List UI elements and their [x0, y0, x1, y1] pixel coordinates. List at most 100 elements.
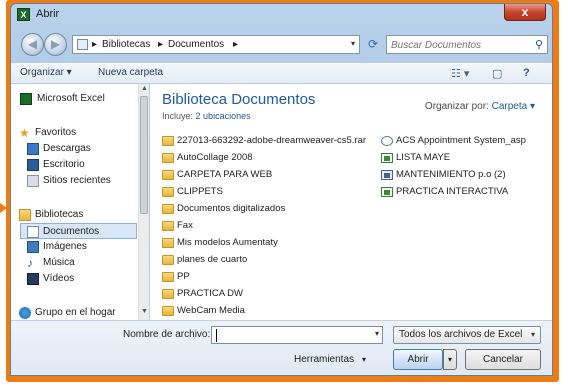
chevron-down-icon: ▾ — [530, 330, 535, 339]
homegroup-icon — [19, 307, 31, 319]
pointer-arrow-icon — [0, 203, 7, 213]
sidebar-item-grupo-en-el-hogar[interactable]: Grupo en el hogar — [11, 305, 139, 321]
sidebar-item-label: Favoritos — [35, 127, 77, 138]
scrollbar-thumb[interactable] — [140, 96, 148, 214]
recent-places-icon — [27, 175, 39, 187]
folder-icon — [162, 170, 174, 180]
new-folder-button[interactable]: Nueva carpeta — [98, 67, 163, 78]
file-type-label: Todos los archivos de Excel — [399, 329, 523, 340]
breadcrumb-separator: ▸ — [92, 39, 98, 50]
library-includes: Incluye: 2 ubicaciones — [162, 111, 251, 121]
sidebar-item-sitios-recientes[interactable]: Sitios recientes — [11, 173, 139, 189]
file-list-pane: Biblioteca Documentos Incluye: 2 ubicaci… — [150, 84, 552, 320]
sidebar-item-label: Grupo en el hogar — [35, 307, 116, 318]
downloads-icon — [27, 143, 39, 155]
sidebar-item-descargas[interactable]: Descargas — [11, 141, 139, 157]
folder-icon — [162, 153, 174, 163]
sidebar-item-escritorio[interactable]: Escritorio — [11, 157, 139, 173]
library-title: Biblioteca Documentos — [162, 91, 316, 108]
file-name: MANTENIMIENTO p.o (2) — [396, 169, 506, 180]
folder-icon — [162, 306, 174, 316]
excel-app-icon: X — [17, 8, 30, 21]
folder-icon — [162, 238, 174, 248]
sidebar-item-label: Sitios recientes — [43, 175, 111, 186]
music-icon: ♪ — [27, 256, 33, 270]
excel-file-icon — [381, 153, 393, 163]
file-name: PRACTICA DW — [177, 288, 243, 299]
arrange-by-dropdown[interactable]: Carpeta ▾ — [492, 101, 535, 112]
command-toolbar: Organizar ▾ Nueva carpeta ☷ ▾ ▢ ? — [11, 62, 552, 84]
cancel-button[interactable]: Cancelar — [465, 349, 541, 370]
address-bar[interactable]: ▸ Bibliotecas ▸ Documentos ▸ ▾ — [72, 35, 360, 54]
file-name: PRACTICA INTERACTIVA — [396, 186, 509, 197]
file-name: Documentos digitalizados — [177, 203, 286, 214]
filename-field[interactable]: ▾ — [211, 326, 383, 344]
sidebar-item-musica[interactable]: ♪ Música — [11, 255, 139, 271]
pictures-icon — [27, 241, 39, 253]
excel-icon — [20, 93, 32, 105]
back-button[interactable]: ◀ — [21, 33, 44, 56]
sidebar-item-label: Microsoft Excel — [37, 93, 105, 104]
title-bar: X Abrir x — [11, 4, 552, 26]
arrange-by: Organizar por: Carpeta ▾ — [425, 101, 535, 112]
breadcrumb-documentos[interactable]: Documentos — [168, 39, 224, 50]
scroll-down-icon[interactable]: ▼ — [140, 308, 149, 318]
forward-button[interactable]: ▶ — [44, 33, 67, 56]
filename-label: Nombre de archivo: — [123, 329, 211, 340]
includes-label: Incluye: — [162, 111, 194, 121]
sidebar-scrollbar[interactable]: ▲ ▼ — [138, 84, 149, 320]
search-input[interactable] — [391, 38, 526, 52]
sidebar-item-label: Imágenes — [43, 241, 87, 252]
tools-label: Herramientas — [294, 354, 355, 365]
file-name: Mis modelos Aumentaty — [177, 237, 278, 248]
access-file-icon — [381, 136, 393, 146]
open-button[interactable]: Abrir — [393, 349, 443, 370]
breadcrumb-separator: ▸ — [158, 39, 164, 50]
sidebar-item-microsoft-excel[interactable]: Microsoft Excel — [11, 91, 139, 107]
file-name: CLIPPETS — [177, 186, 223, 197]
arrange-label: Organizar por: — [424, 101, 489, 112]
file-name: AutoCollage 2008 — [177, 152, 253, 163]
sidebar-item-imagenes[interactable]: Imágenes — [11, 239, 139, 255]
file-name: CARPETA PARA WEB — [177, 169, 273, 180]
desktop-icon — [27, 159, 39, 171]
sidebar-item-label: Música — [43, 257, 75, 268]
search-icon[interactable]: ⚲ — [535, 38, 543, 51]
sidebar-item-label: Escritorio — [43, 159, 85, 170]
address-dropdown-icon[interactable]: ▾ — [351, 39, 355, 48]
documents-icon — [27, 226, 39, 238]
tools-menu[interactable]: Herramientas ▾ — [294, 354, 366, 365]
preview-pane-icon[interactable]: ▢ — [492, 67, 502, 80]
videos-icon — [27, 273, 39, 285]
sidebar-item-label: Descargas — [43, 143, 91, 154]
breadcrumb-bibliotecas[interactable]: Bibliotecas — [102, 39, 150, 50]
filename-dropdown-icon[interactable]: ▾ — [375, 329, 379, 338]
window-title: Abrir — [36, 8, 60, 20]
document-file-icon — [381, 170, 393, 180]
navigation-row: ◀ ▶ ▸ Bibliotecas ▸ Documentos ▸ ▾ ⟳ ⚲ — [11, 30, 552, 58]
sidebar-item-favoritos[interactable]: ★ Favoritos — [11, 125, 139, 141]
organize-menu[interactable]: Organizar ▾ — [20, 67, 72, 78]
search-box[interactable]: ⚲ — [386, 35, 548, 54]
archive-folder-icon — [162, 136, 174, 146]
star-icon: ★ — [19, 126, 30, 140]
sidebar-item-videos[interactable]: Vídeos — [11, 271, 139, 287]
sidebar-item-documentos[interactable]: Documentos — [20, 223, 137, 239]
open-options-dropdown[interactable]: ▾ — [443, 349, 457, 370]
folder-icon — [162, 221, 174, 231]
file-name: PP — [177, 271, 190, 282]
help-icon[interactable]: ? — [523, 67, 530, 79]
close-button[interactable]: x — [504, 4, 546, 21]
navigation-pane: Microsoft Excel ★ Favoritos Descargas Es… — [11, 84, 149, 320]
views-icon[interactable]: ☷ ▾ — [451, 67, 469, 80]
scroll-up-icon[interactable]: ▲ — [140, 85, 149, 95]
libraries-icon — [19, 209, 31, 221]
file-name: planes de cuarto — [177, 254, 248, 265]
breadcrumb-separator[interactable]: ▸ — [233, 39, 238, 50]
file-type-dropdown[interactable]: Todos los archivos de Excel ▾ — [393, 326, 541, 344]
filename-input[interactable] — [215, 328, 365, 342]
refresh-icon[interactable]: ⟳ — [363, 35, 383, 54]
file-name: 227013-663292-adobe-dreamweaver-cs5.rar — [177, 135, 367, 146]
includes-locations-link[interactable]: 2 ubicaciones — [196, 111, 251, 121]
sidebar-item-bibliotecas[interactable]: Bibliotecas — [11, 207, 139, 223]
